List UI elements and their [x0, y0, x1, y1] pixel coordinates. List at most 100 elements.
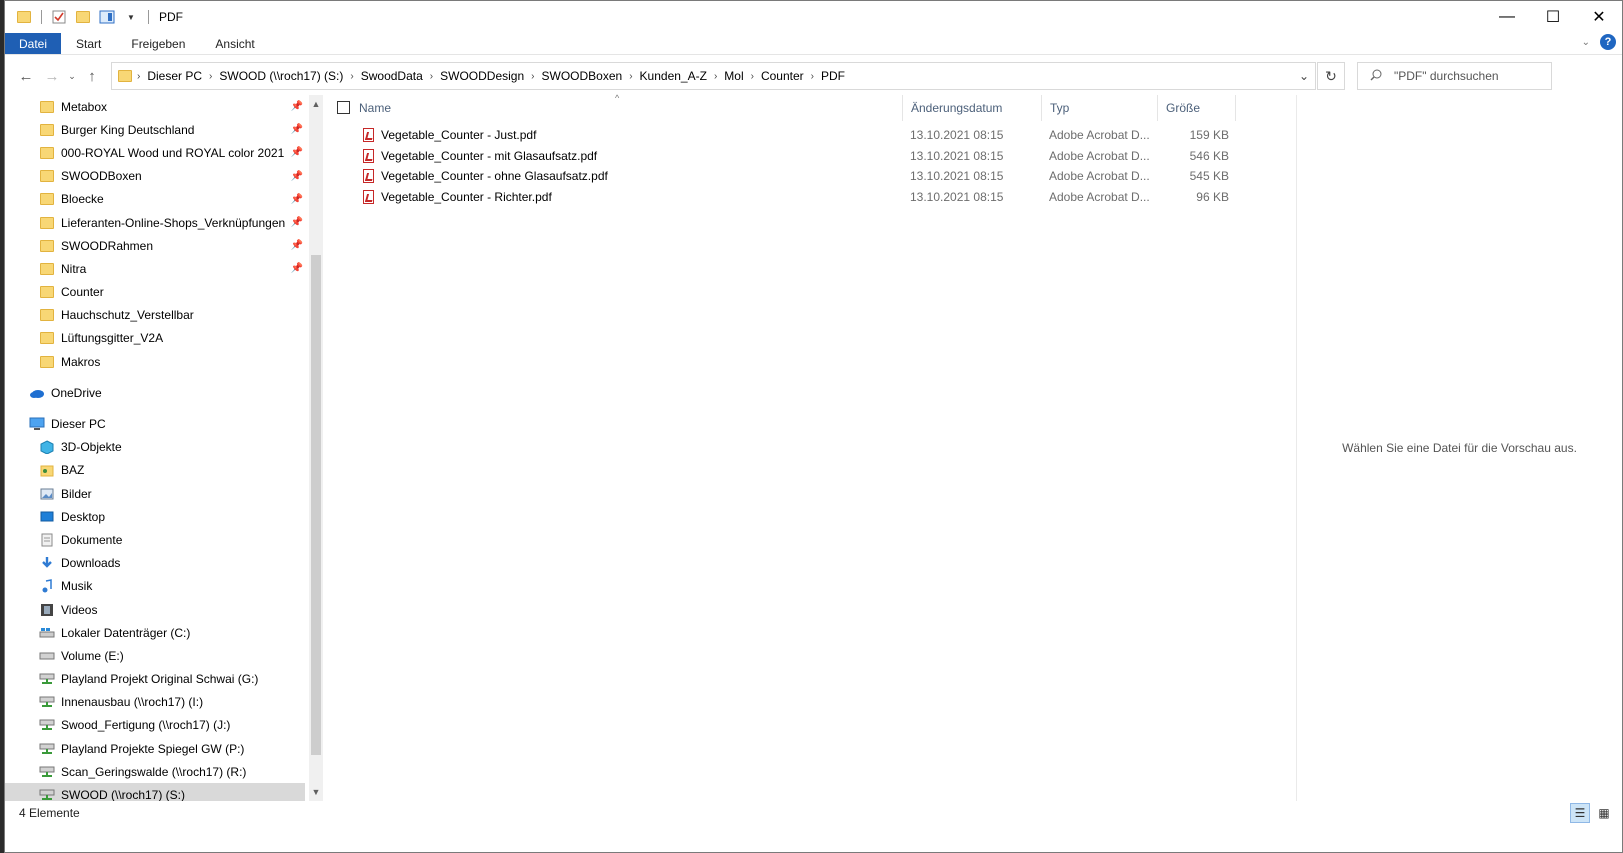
nav-item-pc[interactable]: Desktop — [5, 505, 305, 528]
nav-item-pc[interactable]: Videos — [5, 598, 305, 621]
nav-item-onedrive[interactable]: OneDrive — [5, 381, 305, 404]
table-row[interactable]: Vegetable_Counter - Just.pdf 13.10.2021 0… — [327, 125, 1295, 146]
search-input[interactable]: "PDF" durchsuchen — [1357, 62, 1552, 90]
up-button[interactable]: ↑ — [79, 63, 105, 89]
folder-icon — [39, 99, 55, 115]
nav-item-pc[interactable]: Volume (E:) — [5, 644, 305, 667]
nav-item-pc[interactable]: Innenausbau (\\roch17) (I:) — [5, 691, 305, 714]
pin-icon[interactable]: 📌 — [291, 171, 303, 182]
column-header-date[interactable]: Änderungsdatum — [903, 95, 1042, 121]
nav-item-pc[interactable]: Scan_Geringswalde (\\roch17) (R:) — [5, 760, 305, 783]
file-name[interactable]: Vegetable_Counter - Just.pdf — [381, 128, 536, 142]
nav-item-pc[interactable]: Dokumente — [5, 528, 305, 551]
preview-pane-icon[interactable] — [98, 8, 116, 26]
crumb-swood-drive[interactable]: SWOOD (\\roch17) (S:) — [213, 69, 349, 83]
table-row[interactable]: Vegetable_Counter - mit Glasaufsatz.pdf 1… — [327, 146, 1295, 167]
crumb-kunden[interactable]: Kunden_A-Z — [634, 69, 713, 83]
folder-icon — [15, 8, 33, 26]
nav-item-quick-access[interactable]: Hauchschutz_Verstellbar — [5, 304, 305, 327]
crumb-mol[interactable]: Mol — [718, 69, 749, 83]
crumb-pdf[interactable]: PDF — [815, 69, 851, 83]
recent-locations-icon[interactable]: ⌄ — [65, 63, 79, 89]
file-name[interactable]: Vegetable_Counter - mit Glasaufsatz.pdf — [381, 149, 597, 163]
nav-item-pc[interactable]: Downloads — [5, 552, 305, 575]
nav-item-quick-access[interactable]: Metabox 📌 — [5, 95, 305, 118]
column-header-name[interactable]: Name — [351, 95, 903, 121]
scroll-down-icon[interactable]: ▼ — [309, 785, 323, 799]
chevron-down-icon[interactable]: ⌄ — [1293, 63, 1315, 89]
pin-icon[interactable]: 📌 — [291, 147, 303, 158]
pin-icon[interactable]: 📌 — [291, 101, 303, 112]
tab-start[interactable]: Start — [61, 33, 116, 54]
forward-button[interactable]: → — [39, 63, 65, 89]
close-button[interactable]: ✕ — [1576, 1, 1622, 33]
properties-icon[interactable] — [50, 8, 68, 26]
nav-item-quick-access[interactable]: SWOODRahmen 📌 — [5, 234, 305, 257]
crumb-dieser-pc[interactable]: Dieser PC — [141, 69, 208, 83]
file-name[interactable]: Vegetable_Counter - ohne Glasaufsatz.pdf — [381, 169, 608, 183]
folder-icon — [39, 307, 55, 323]
scrollbar-thumb[interactable] — [311, 255, 321, 755]
details-view-icon[interactable]: ☰ — [1570, 803, 1590, 823]
crumb-swooddata[interactable]: SwoodData — [355, 69, 429, 83]
maximize-button[interactable]: ☐ — [1530, 1, 1576, 33]
nav-item-quick-access[interactable]: Nitra 📌 — [5, 257, 305, 280]
pin-icon[interactable]: 📌 — [291, 217, 303, 228]
refresh-button[interactable]: ↻ — [1317, 62, 1345, 90]
nav-item-pc[interactable]: Playland Projekte Spiegel GW (P:) — [5, 737, 305, 760]
table-row[interactable]: Vegetable_Counter - Richter.pdf 13.10.202… — [327, 187, 1295, 208]
file-name[interactable]: Vegetable_Counter - Richter.pdf — [381, 190, 552, 204]
nav-item-pc[interactable]: Bilder — [5, 482, 305, 505]
nav-item-quick-access[interactable]: Lüftungsgitter_V2A — [5, 327, 305, 350]
help-icon[interactable]: ? — [1600, 34, 1616, 50]
column-header-type[interactable]: Typ — [1042, 95, 1158, 121]
back-button[interactable]: ← — [13, 63, 39, 89]
status-bar: 4 Elemente ☰ ▦ — [5, 801, 1622, 825]
crumb-swooddesign[interactable]: SWOODDesign — [434, 69, 530, 83]
nav-item-label: Downloads — [61, 556, 121, 571]
nav-item-pc[interactable]: SWOOD (\\roch17) (S:) — [5, 783, 305, 801]
address-bar[interactable]: › Dieser PC › SWOOD (\\roch17) (S:) › Sw… — [111, 62, 1316, 90]
crumb-counter[interactable]: Counter — [755, 69, 810, 83]
nav-item-this-pc[interactable]: Dieser PC — [5, 412, 305, 435]
pin-icon[interactable]: 📌 — [291, 240, 303, 251]
videos-icon — [39, 602, 55, 618]
nav-scrollbar[interactable]: ▲ ▼ — [309, 95, 323, 801]
new-folder-icon[interactable] — [74, 8, 92, 26]
preview-pane: Wählen Sie eine Datei für die Vorschau a… — [1296, 95, 1622, 801]
tab-freigeben[interactable]: Freigeben — [116, 33, 200, 54]
tab-ansicht[interactable]: Ansicht — [200, 33, 269, 54]
music-icon — [39, 578, 55, 594]
nav-item-pc[interactable]: Lokaler Datenträger (C:) — [5, 621, 305, 644]
nav-item-quick-access[interactable]: Counter — [5, 281, 305, 304]
nav-item-quick-access[interactable]: SWOODBoxen 📌 — [5, 165, 305, 188]
file-date: 13.10.2021 08:15 — [910, 169, 1004, 184]
pin-icon[interactable]: 📌 — [291, 263, 303, 274]
pin-icon[interactable]: 📌 — [291, 194, 303, 205]
large-icons-view-icon[interactable]: ▦ — [1594, 803, 1614, 823]
select-all-checkbox[interactable] — [337, 101, 350, 114]
onedrive-icon — [29, 385, 45, 401]
nav-item-quick-access[interactable]: Bloecke 📌 — [5, 188, 305, 211]
crumb-swoodboxen[interactable]: SWOODBoxen — [536, 69, 629, 83]
table-row[interactable]: Vegetable_Counter - ohne Glasaufsatz.pdf… — [327, 166, 1295, 187]
nav-item-quick-access[interactable]: Burger King Deutschland 📌 — [5, 118, 305, 141]
nav-item-pc[interactable]: 3D-Objekte — [5, 436, 305, 459]
nav-item-pc[interactable]: BAZ — [5, 459, 305, 482]
pin-icon[interactable]: 📌 — [291, 124, 303, 135]
scroll-up-icon[interactable]: ▲ — [309, 97, 323, 111]
column-header-size[interactable]: Größe — [1158, 95, 1236, 121]
download-icon — [39, 555, 55, 571]
customize-toolbar-icon[interactable]: ▼ — [122, 8, 140, 26]
nav-item-pc[interactable]: Musik — [5, 575, 305, 598]
tab-datei[interactable]: Datei — [5, 33, 62, 54]
nav-item-quick-access[interactable]: Lieferanten-Online-Shops_Verknüpfungen 📌 — [5, 211, 305, 234]
nav-item-pc[interactable]: Swood_Fertigung (\\roch17) (J:) — [5, 714, 305, 737]
expand-ribbon-icon[interactable]: ⌄ — [1582, 37, 1590, 48]
nav-item-label: Dieser PC — [51, 417, 106, 432]
nav-item-quick-access[interactable]: Makros — [5, 350, 305, 373]
minimize-button[interactable]: — — [1484, 1, 1530, 33]
nav-item-quick-access[interactable]: 000-ROYAL Wood und ROYAL color 2021 📌 — [5, 141, 305, 164]
nav-item-pc[interactable]: Playland Projekt Original Schwai (G:) — [5, 668, 305, 691]
nav-item-label: Dokumente — [61, 532, 123, 547]
